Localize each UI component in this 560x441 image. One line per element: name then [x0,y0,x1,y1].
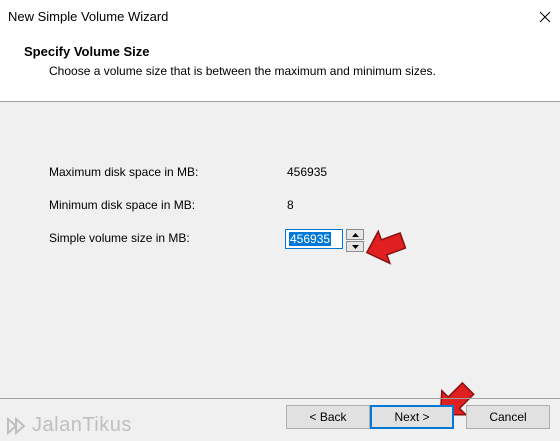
watermark-text: JalanTikus [32,414,132,436]
max-size-value: 456935 [287,165,328,179]
chevron-up-icon [351,232,359,237]
back-button[interactable]: < Back [286,405,370,429]
wizard-header: Specify Volume Size Choose a volume size… [0,34,560,102]
min-size-label: Minimum disk space in MB: [49,198,196,212]
red-arrow-icon [365,229,406,265]
max-size-label: Maximum disk space in MB: [49,165,199,179]
next-button[interactable]: Next > [370,405,454,429]
volume-size-input[interactable]: 456935 [285,229,343,249]
window-title: New Simple Volume Wizard [8,9,169,24]
volume-size-stepper [346,229,364,252]
wizard-window: New Simple Volume Wizard Specify Volume … [0,0,560,441]
page-title: Specify Volume Size [24,44,150,59]
volume-size-value: 456935 [289,232,332,246]
watermark: JalanTikus [6,414,132,437]
volume-size-label: Simple volume size in MB: [49,231,190,245]
spin-up-button[interactable] [346,229,364,240]
close-button[interactable] [530,0,560,34]
page-subtitle: Choose a volume size that is between the… [49,64,436,78]
footer-divider [0,398,560,399]
title-bar: New Simple Volume Wizard [0,0,560,34]
jalantikus-logo-icon [7,416,26,435]
cancel-button[interactable]: Cancel [466,405,550,429]
close-icon [539,11,551,23]
spin-down-button[interactable] [346,241,364,252]
chevron-down-icon [351,244,359,249]
min-size-value: 8 [287,198,294,212]
